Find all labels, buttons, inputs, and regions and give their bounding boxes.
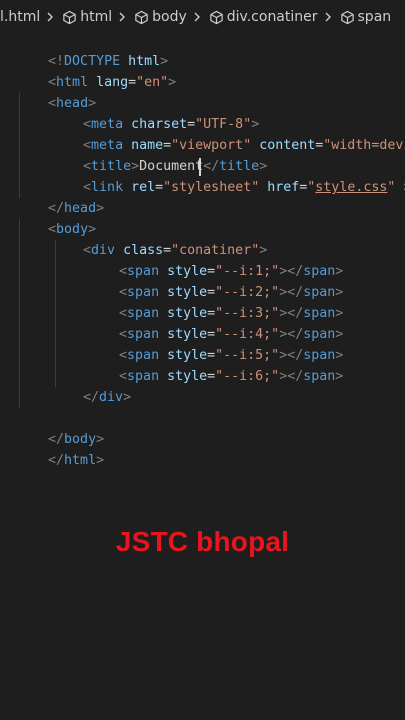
code-token: > [168, 75, 177, 90]
code-token: > [395, 180, 405, 195]
code-line: </div> [51, 366, 131, 405]
code-token: "styles [163, 180, 220, 195]
code-line: <head> [16, 72, 96, 111]
code-token: > [96, 201, 105, 216]
code-token: </ [83, 390, 100, 405]
code-editor[interactable]: <!DOCTYPE html> <html lang="en"> <head> … [0, 30, 405, 470]
code-token: > [123, 390, 132, 405]
href-link[interactable]: style.css [315, 180, 387, 195]
text-cursor [199, 158, 201, 176]
code-line: </body> [16, 408, 104, 447]
code-line: <link rel="stylesheet" href="style.css" … [51, 156, 405, 195]
breadcrumb-item-body[interactable]: body [132, 9, 187, 25]
symbol-element-icon [340, 10, 354, 24]
symbol-element-icon [135, 10, 148, 24]
code-token: "en" [136, 75, 169, 90]
code-line: <!DOCTYPE html> [16, 30, 168, 69]
code-token: span [127, 369, 160, 384]
chevron-right-icon [194, 12, 200, 22]
breadcrumb: l.html html body div.conatiner span [0, 6, 405, 28]
breadcrumb-item-label: body [152, 9, 187, 25]
code-token: div [99, 390, 124, 405]
code-line: <span style="--i:2;"></span> [87, 261, 343, 300]
breadcrumb-item-label: html [80, 9, 113, 25]
code-line: <span style="--i:1;"></span> [87, 240, 343, 279]
code-token: html [64, 453, 97, 468]
code-token: = [128, 75, 137, 90]
breadcrumb-item-label: span [357, 9, 392, 25]
code-token: </ [48, 453, 65, 468]
code-line: <html lang="en"> [16, 51, 176, 90]
code-token: "width=devi [323, 138, 405, 153]
code-token: heet" [219, 180, 260, 195]
code-token: href [267, 180, 300, 195]
code-token: > [335, 369, 344, 384]
code-token: style [167, 369, 208, 384]
breadcrumb-file[interactable]: l.html [0, 9, 40, 25]
chevron-right-icon [119, 12, 126, 22]
code-token: = [155, 180, 164, 195]
code-line: </html> [16, 429, 104, 468]
breadcrumb-item-span[interactable]: span [338, 9, 392, 25]
code-line: <span style="--i:6;"></span> [87, 345, 343, 384]
code-token: content [259, 138, 316, 153]
code-line: <span style="--i:4;"></span> [87, 303, 343, 342]
code-line: <span style="--i:5;"></span> [87, 324, 343, 363]
breadcrumb-item-div[interactable]: div.conatiner [207, 9, 318, 25]
code-line: <title>Document</title> [51, 135, 267, 174]
code-token: > [96, 453, 105, 468]
watermark-text: JSTC bhopal [115, 526, 290, 557]
chevron-right-icon [47, 12, 54, 22]
code-line: <body> [16, 198, 96, 237]
breadcrumb-file-label: l.html [0, 9, 41, 25]
breadcrumb-item-label: div.conatiner [226, 9, 318, 25]
code-line: </head> [16, 177, 104, 216]
code-token: rel [131, 180, 156, 195]
code-line: <div class="conatiner"> [51, 219, 267, 258]
code-token: lang [96, 75, 129, 90]
code-token: = [207, 369, 216, 384]
code-line: <meta name="viewport" content="width=dev… [51, 114, 405, 153]
code-line: <span style="--i:3;"></span> [87, 282, 343, 321]
code-line: <meta charset="UTF-8"> [51, 93, 259, 132]
code-token: span [303, 369, 336, 384]
symbol-element-icon [210, 10, 223, 24]
breadcrumb-item-html[interactable]: html [60, 9, 112, 25]
code-token: ></ [279, 369, 304, 384]
chevron-right-icon [325, 12, 331, 22]
code-token: "--i:6;" [215, 369, 280, 384]
symbol-element-icon [63, 10, 76, 24]
